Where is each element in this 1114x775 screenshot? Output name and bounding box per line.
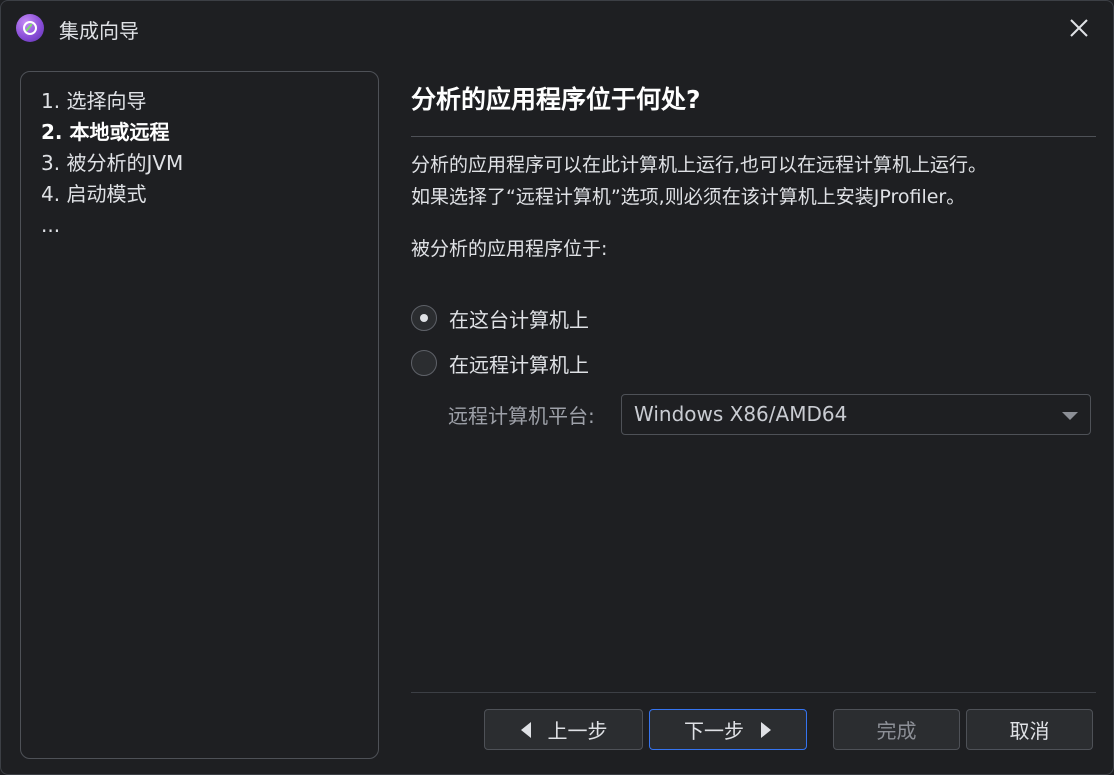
- app-logo-icon: [16, 14, 44, 42]
- wizard-steps-panel: 1. 选择向导 2. 本地或远程 3. 被分析的JVM 4. 启动模式 ...: [20, 71, 379, 759]
- step-item-local-or-remote: 2. 本地或远程: [41, 120, 170, 144]
- cancel-button[interactable]: 取消: [966, 709, 1093, 750]
- step-item-select-wizard: 1. 选择向导: [41, 89, 147, 113]
- page-title: 分析的应用程序位于何处?: [411, 85, 701, 114]
- previous-button[interactable]: 上一步: [484, 709, 643, 750]
- option-remote-computer-label[interactable]: 在远程计算机上: [449, 349, 589, 378]
- location-label: 被分析的应用程序位于:: [411, 238, 608, 260]
- finish-button-label: 完成: [876, 719, 917, 743]
- heading-divider: [411, 136, 1096, 137]
- description: 分析的应用程序可以在此计算机上运行,也可以在远程计算机上运行。 如果选择了“远程…: [411, 149, 1096, 213]
- cancel-button-label: 取消: [1009, 719, 1050, 743]
- previous-button-label: 上一步: [547, 719, 608, 743]
- option-remote-computer[interactable]: 在远程计算机上: [411, 346, 1096, 380]
- steps-list: 1. 选择向导 2. 本地或远程 3. 被分析的JVM 4. 启动模式 ...: [21, 72, 378, 241]
- title-bar: 集成向导: [1, 1, 1113, 55]
- remote-platform-dropdown[interactable]: Windows X86/AMD64: [621, 394, 1091, 435]
- triangle-right-icon: [761, 721, 771, 738]
- remote-platform-label: 远程计算机平台:: [448, 404, 595, 428]
- wizard-content: 分析的应用程序位于何处? 分析的应用程序可以在此计算机上运行,也可以在远程计算机…: [411, 71, 1096, 435]
- description-line-2: 如果选择了“远程计算机”选项,则必须在该计算机上安装JProfiler。: [411, 186, 966, 208]
- step-item-profiled-jvm: 3. 被分析的JVM: [41, 151, 184, 175]
- triangle-left-icon: [520, 721, 531, 738]
- radio-button-this-computer[interactable]: [411, 305, 437, 331]
- close-button[interactable]: [1063, 13, 1095, 43]
- finish-button[interactable]: 完成: [833, 709, 960, 750]
- radio-button-remote-computer[interactable]: [411, 350, 437, 376]
- step-item-startup-mode: 4. 启动模式: [41, 182, 147, 206]
- window-title: 集成向导: [59, 19, 139, 43]
- option-this-computer[interactable]: 在这台计算机上: [411, 301, 1096, 335]
- remote-platform-row: 远程计算机平台: Windows X86/AMD64: [448, 394, 1096, 435]
- next-button[interactable]: 下一步: [649, 709, 807, 750]
- next-button-label: 下一步: [684, 719, 744, 743]
- remote-platform-value: Windows X86/AMD64: [634, 402, 848, 426]
- option-this-computer-label[interactable]: 在这台计算机上: [449, 304, 589, 333]
- chevron-down-icon: [1062, 412, 1078, 420]
- footer-divider: [411, 692, 1096, 693]
- description-line-1: 分析的应用程序可以在此计算机上运行,也可以在远程计算机上运行。: [411, 154, 988, 176]
- step-item-more: ...: [41, 213, 61, 237]
- close-icon: [1070, 19, 1088, 37]
- integration-wizard-dialog: 集成向导 1. 选择向导 2. 本地或远程 3. 被分析的JVM 4. 启动模式…: [0, 0, 1114, 775]
